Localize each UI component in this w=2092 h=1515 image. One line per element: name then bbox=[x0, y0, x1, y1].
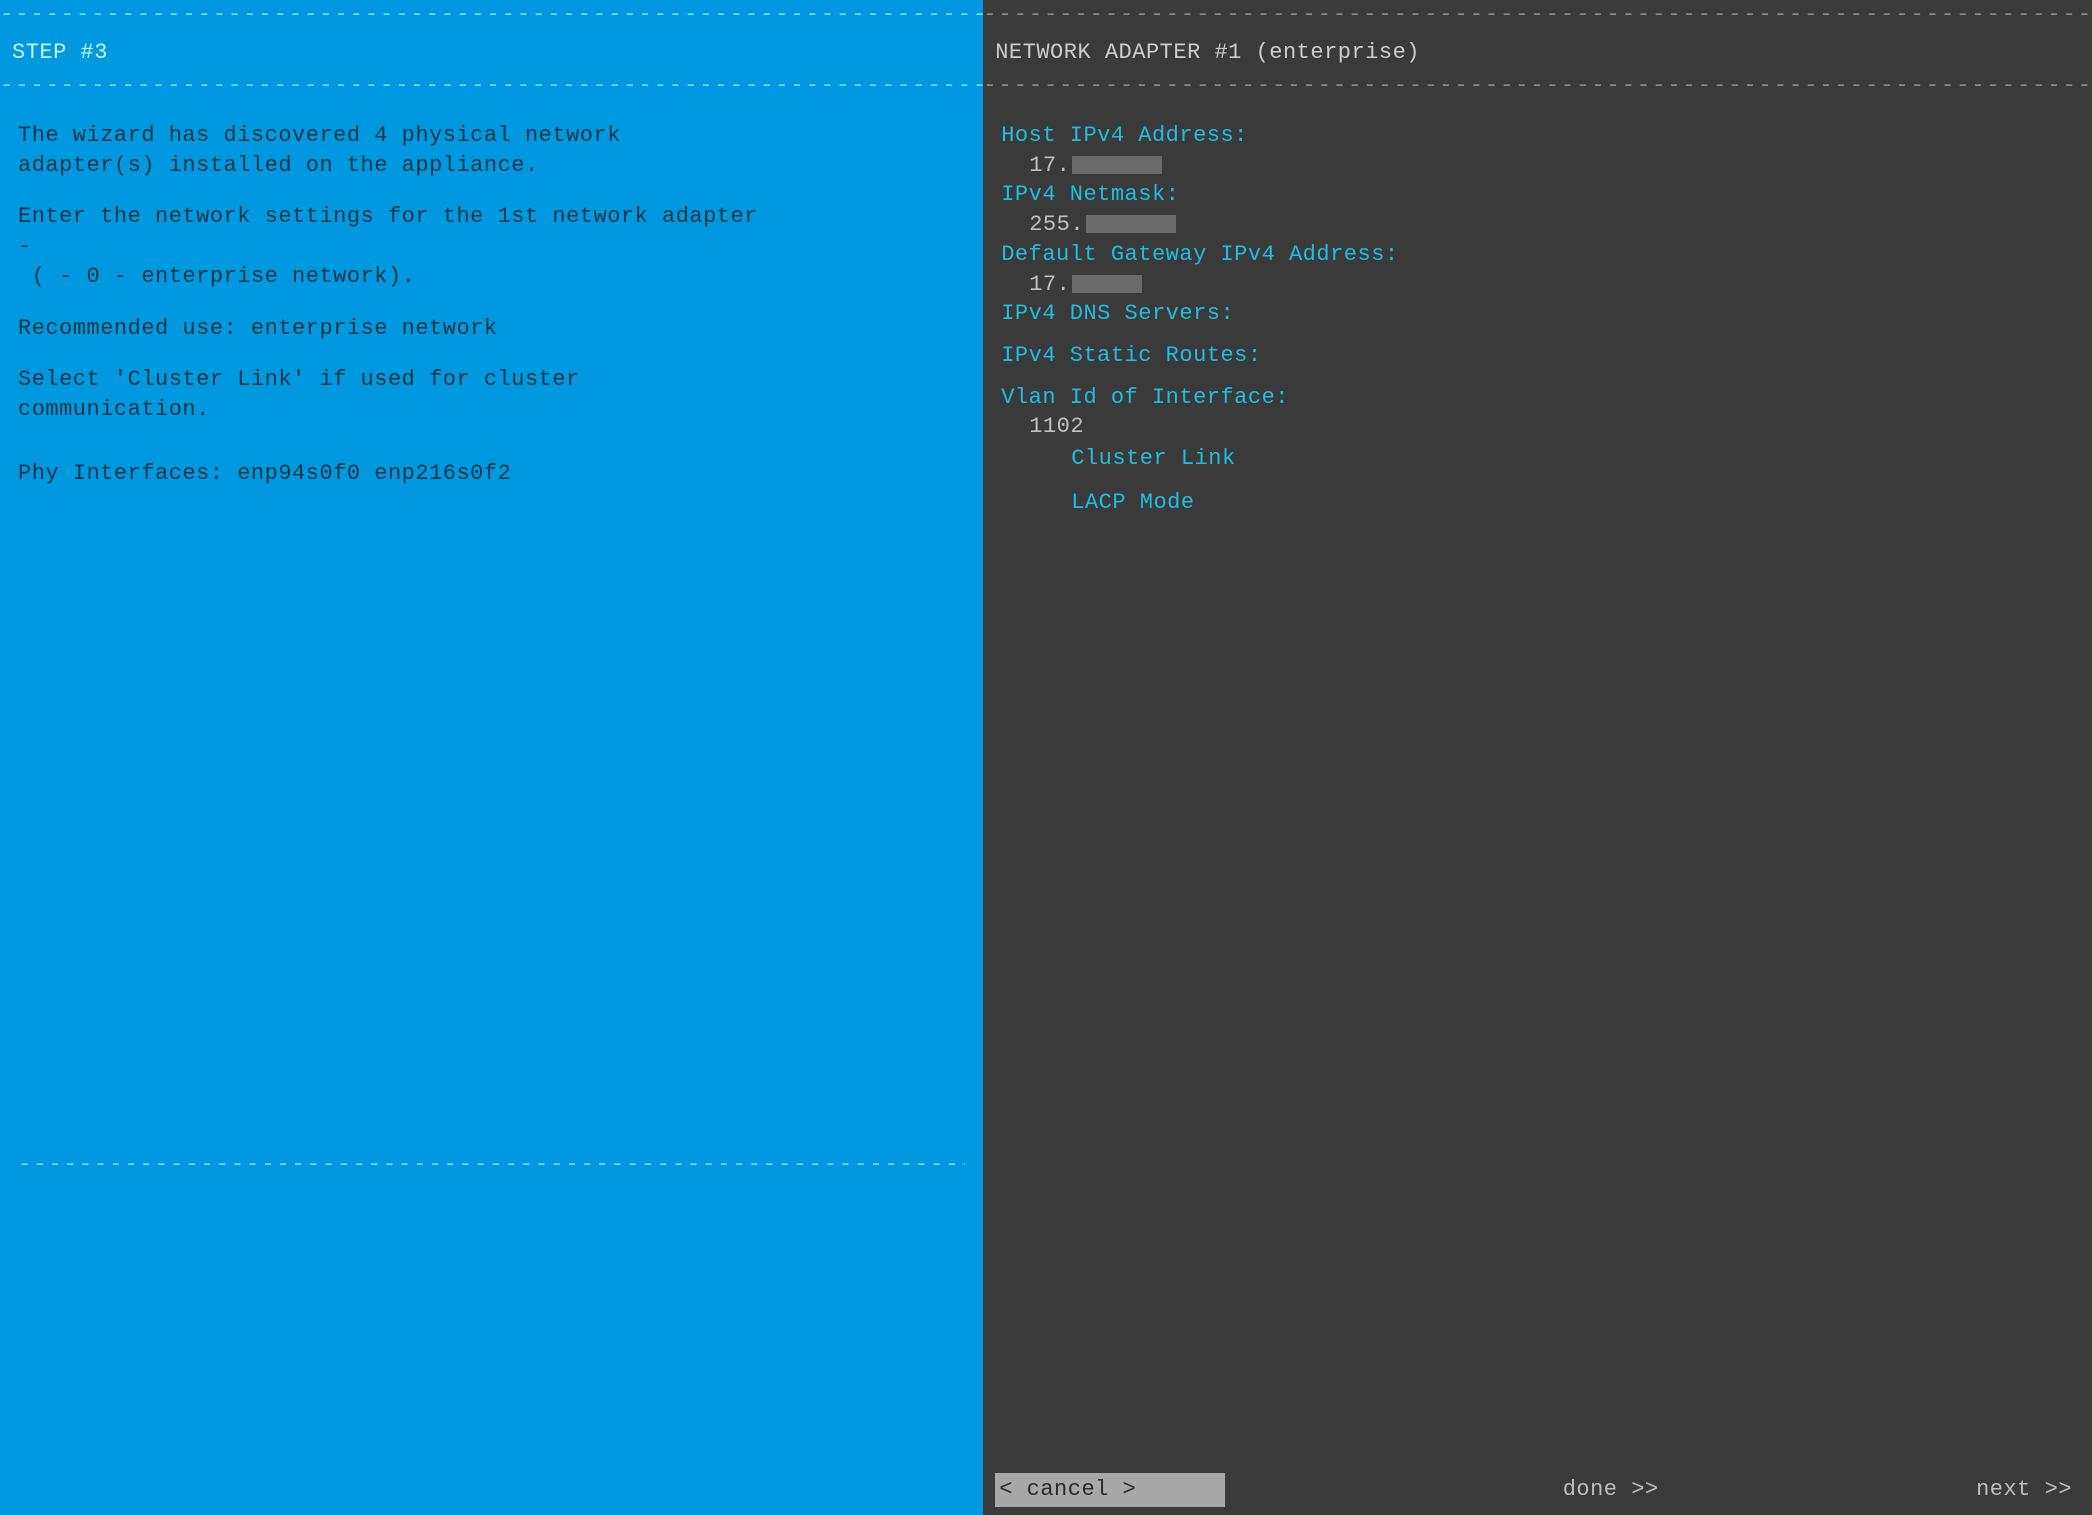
lacp-mode-option[interactable]: LACP Mode bbox=[1001, 488, 2074, 518]
done-button[interactable]: done >> bbox=[1563, 1475, 1659, 1505]
wizard-intro-text: The wizard has discovered 4 physical net… bbox=[18, 121, 965, 180]
gateway-ipv4-value: 17. bbox=[1001, 270, 1070, 300]
adapter-title: NETWORK ADAPTER #1 (enterprise) bbox=[983, 30, 2092, 72]
left-top-border: ----------------------------------------… bbox=[0, 0, 983, 30]
left-pane: ----------------------------------------… bbox=[0, 0, 983, 1515]
left-bottom-border: ----------------------------------------… bbox=[18, 1150, 965, 1180]
ipv4-netmask-value: 255. bbox=[1001, 210, 1084, 240]
redacted-block bbox=[1072, 156, 1162, 174]
left-header-border: ----------------------------------------… bbox=[0, 71, 983, 101]
right-body: Host IPv4 Address: 17. IPv4 Netmask: 255… bbox=[983, 101, 2092, 537]
phy-interfaces-text: Phy Interfaces: enp94s0f0 enp216s0f2 bbox=[18, 459, 965, 489]
redacted-block bbox=[1072, 275, 1142, 293]
next-button[interactable]: next >> bbox=[1976, 1475, 2072, 1505]
gateway-ipv4-label: Default Gateway IPv4 Address: bbox=[1001, 240, 2074, 270]
gateway-ipv4-value-row[interactable]: 17. bbox=[1001, 270, 2074, 300]
left-body: The wizard has discovered 4 physical net… bbox=[0, 101, 983, 530]
ipv4-netmask-label: IPv4 Netmask: bbox=[1001, 180, 2074, 210]
wizard-instruction-text: Enter the network settings for the 1st n… bbox=[18, 202, 965, 291]
vlan-id-value: 1102 bbox=[1001, 412, 1084, 442]
recommended-use-text: Recommended use: enterprise network bbox=[18, 314, 965, 344]
host-ipv4-label: Host IPv4 Address: bbox=[1001, 121, 2074, 151]
cluster-link-hint-text: Select 'Cluster Link' if used for cluste… bbox=[18, 365, 965, 424]
right-top-border: ----------------------------------------… bbox=[983, 0, 2092, 30]
cancel-button[interactable]: < cancel > bbox=[995, 1473, 1225, 1507]
step-title: STEP #3 bbox=[0, 30, 983, 72]
ipv4-static-routes-label: IPv4 Static Routes: bbox=[1001, 341, 2074, 371]
redacted-block bbox=[1086, 215, 1176, 233]
ipv4-netmask-value-row[interactable]: 255. bbox=[1001, 210, 2074, 240]
footer-nav: < cancel > done >> next >> bbox=[983, 1473, 2092, 1507]
right-pane: ----------------------------------------… bbox=[983, 0, 2092, 1515]
cluster-link-option[interactable]: Cluster Link bbox=[1001, 444, 2074, 474]
vlan-id-value-row[interactable]: 1102 bbox=[1001, 412, 2074, 442]
wizard-screen: ----------------------------------------… bbox=[0, 0, 2092, 1515]
host-ipv4-value-row[interactable]: 17. bbox=[1001, 151, 2074, 181]
host-ipv4-value: 17. bbox=[1001, 151, 1070, 181]
vlan-id-label: Vlan Id of Interface: bbox=[1001, 383, 2074, 413]
right-header-border: ----------------------------------------… bbox=[983, 71, 2092, 101]
ipv4-dns-label: IPv4 DNS Servers: bbox=[1001, 299, 2074, 329]
